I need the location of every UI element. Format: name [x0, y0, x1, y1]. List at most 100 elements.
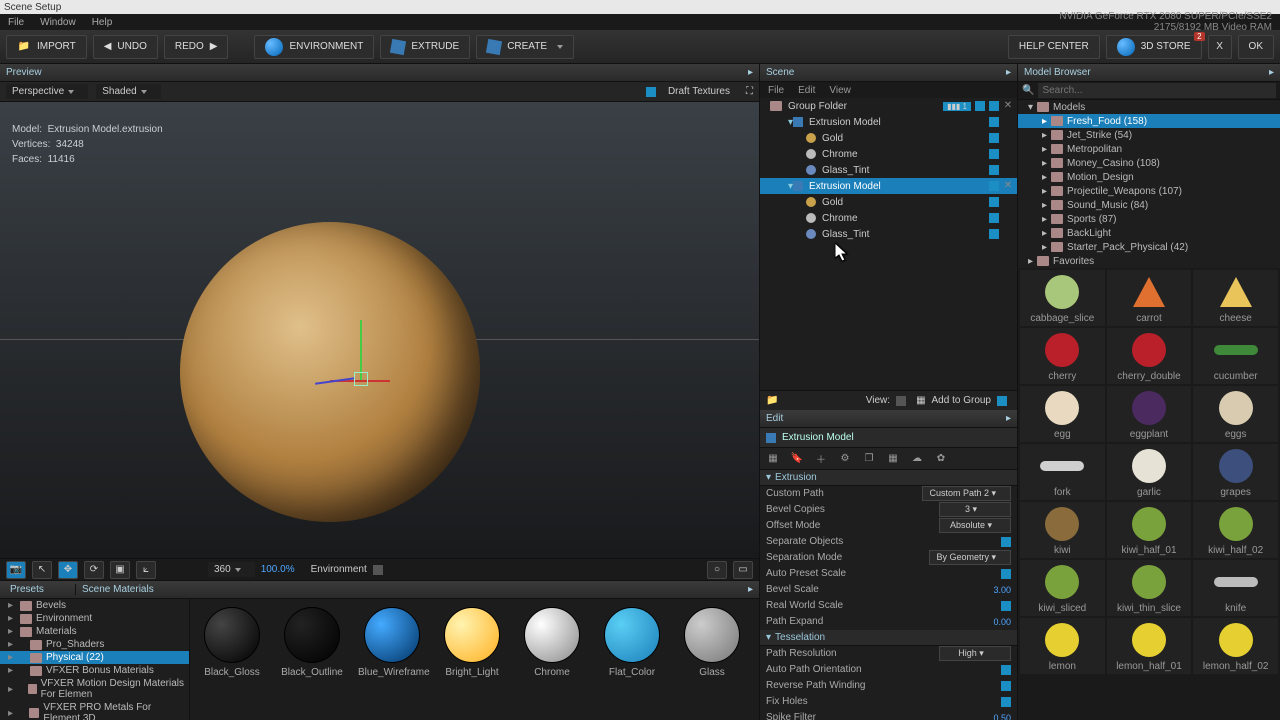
material-item[interactable]: Black_Gloss — [198, 607, 266, 678]
create-button[interactable]: CREATE — [476, 35, 574, 59]
model-thumbnail[interactable]: egg — [1020, 386, 1105, 442]
model-thumbnail[interactable]: cherry_double — [1107, 328, 1192, 384]
model-tree-item[interactable]: ▸ Projectile_Weapons (107) — [1018, 184, 1280, 198]
property-checkbox[interactable] — [1001, 601, 1011, 611]
model-tree-item[interactable]: ▸ Sound_Music (84) — [1018, 198, 1280, 212]
tag-icon[interactable]: 🔖 — [788, 449, 806, 467]
wireframe-toggle[interactable]: ○ — [707, 561, 727, 579]
shade-mode-select[interactable]: Shaded — [96, 84, 160, 99]
scene-tree-row[interactable]: Glass_Tint — [760, 162, 1017, 178]
model-thumbnail[interactable]: kiwi_half_01 — [1107, 502, 1192, 558]
property-number[interactable]: 0.50 — [975, 713, 1011, 720]
close-button[interactable]: X — [1208, 35, 1232, 59]
scene-tree[interactable]: Group Folder▮▮▮ 1✕▾ Extrusion ModelGoldC… — [760, 98, 1017, 390]
scene-tree-row[interactable]: ▾ Extrusion Model✕ — [760, 178, 1017, 194]
add-to-group-button[interactable]: Add to Group — [932, 395, 991, 406]
presets-tree-item[interactable]: ▸Environment — [0, 612, 189, 625]
model-thumbnail[interactable]: lemon — [1020, 618, 1105, 674]
add-icon[interactable]: ＋ — [812, 449, 830, 467]
view-mode-select[interactable]: Perspective — [6, 84, 88, 99]
presets-tree-item[interactable]: ▸Pro_Shaders — [0, 638, 189, 651]
move-tool-button[interactable]: ✥ — [58, 561, 78, 579]
property-checkbox[interactable] — [1001, 569, 1011, 579]
panel-collapse-icon[interactable]: ▸ — [748, 584, 753, 595]
scene-tree-row[interactable]: Gold — [760, 130, 1017, 146]
property-checkbox[interactable] — [1001, 681, 1011, 691]
presets-tree-item[interactable]: ▸VFXER Motion Design Materials For Eleme… — [0, 677, 189, 701]
fullscreen-icon[interactable]: ⛶ — [746, 86, 753, 97]
duplicate-icon[interactable]: ❐ — [860, 449, 878, 467]
model-thumbnail[interactable]: eggplant — [1107, 386, 1192, 442]
scene-menu-edit[interactable]: Edit — [798, 85, 815, 96]
materials-grid[interactable]: Black_GlossBlack_OutlineBlue_WireframeBr… — [190, 599, 759, 720]
scene-tree-row[interactable]: Group Folder▮▮▮ 1✕ — [760, 98, 1017, 114]
fov-input[interactable]: 360 — [208, 562, 255, 577]
grid-icon[interactable]: ▦ — [884, 449, 902, 467]
scene-tree-row[interactable]: ▾ Extrusion Model — [760, 114, 1017, 130]
property-group-header[interactable]: ▾Extrusion — [760, 470, 1017, 486]
scene-tree-row[interactable]: Chrome — [760, 146, 1017, 162]
cloud-icon[interactable]: ☁ — [908, 449, 926, 467]
property-number[interactable]: 3.00 — [975, 585, 1011, 595]
scene-tree-row[interactable]: Gold — [760, 194, 1017, 210]
ok-button[interactable]: OK — [1238, 35, 1274, 59]
model-tree-item[interactable]: ▸ Motion_Design — [1018, 170, 1280, 184]
folder-icon[interactable]: 📁 — [766, 395, 778, 406]
menu-file[interactable]: File — [8, 17, 24, 28]
model-tree[interactable]: ▾ Models▸ Fresh_Food (158)▸ Jet_Strike (… — [1018, 100, 1280, 268]
draft-textures-checkbox[interactable] — [646, 87, 656, 97]
presets-tree-item[interactable]: ▸VFXER PRO Metals For Element 3D — [0, 701, 189, 720]
scale-tool-button[interactable]: ▣ — [110, 561, 130, 579]
redo-button[interactable]: REDO ▶ — [164, 35, 229, 59]
property-checkbox[interactable] — [1001, 697, 1011, 707]
scene-menu-view[interactable]: View — [829, 85, 851, 96]
viewport[interactable]: Model: Extrusion Model.extrusion Vertice… — [0, 102, 759, 558]
help-center-button[interactable]: HELP CENTER — [1008, 35, 1100, 59]
view-grid-toggle[interactable]: ▦ — [916, 395, 925, 406]
scene-materials-tab[interactable]: Scene Materials — [76, 584, 154, 595]
model-thumbnail[interactable]: kiwi_thin_slice — [1107, 560, 1192, 616]
panel-collapse-icon[interactable]: ▸ — [1006, 67, 1011, 78]
property-select[interactable]: 3 ▾ — [939, 502, 1011, 517]
model-tree-item[interactable]: ▸ Starter_Pack_Physical (42) — [1018, 240, 1280, 254]
presets-tree-item[interactable]: ▸Bevels — [0, 599, 189, 612]
environment-checkbox[interactable] — [373, 565, 383, 575]
property-select[interactable]: Custom Path 2 ▾ — [922, 486, 1011, 501]
model-thumbnail[interactable]: fork — [1020, 444, 1105, 500]
y-axis[interactable] — [360, 320, 362, 380]
property-group-header[interactable]: ▾Tesselation — [760, 630, 1017, 646]
model-tree-item[interactable]: ▸ Jet_Strike (54) — [1018, 128, 1280, 142]
scene-tree-row[interactable]: Glass_Tint — [760, 226, 1017, 242]
property-select[interactable]: By Geometry ▾ — [929, 550, 1011, 565]
property-select[interactable]: High ▾ — [939, 646, 1011, 661]
model-thumbnail[interactable]: cheese — [1193, 270, 1278, 326]
property-checkbox[interactable] — [1001, 665, 1011, 675]
anchor-tool-button[interactable]: ⟀ — [136, 561, 156, 579]
scene-tree-row[interactable]: Chrome — [760, 210, 1017, 226]
presets-tab[interactable]: Presets — [6, 584, 76, 595]
model-thumbnail[interactable]: lemon_half_01 — [1107, 618, 1192, 674]
material-item[interactable]: Glass — [678, 607, 746, 678]
menu-window[interactable]: Window — [40, 17, 76, 28]
panel-collapse-icon[interactable]: ▸ — [1269, 67, 1274, 78]
presets-tree[interactable]: ▸Bevels▸Environment▸Materials▸Pro_Shader… — [0, 599, 190, 720]
model-thumbnail[interactable]: kiwi — [1020, 502, 1105, 558]
model-thumbnail[interactable]: cabbage_slice — [1020, 270, 1105, 326]
camera-tool-button[interactable]: 📷 — [6, 561, 26, 579]
add-group-checkbox[interactable] — [997, 396, 1007, 406]
model-thumbnail[interactable]: cucumber — [1193, 328, 1278, 384]
undo-button[interactable]: ◀ UNDO — [93, 35, 158, 59]
model-thumbnail[interactable]: knife — [1193, 560, 1278, 616]
material-item[interactable]: Bright_Light — [438, 607, 506, 678]
material-item[interactable]: Blue_Wireframe — [358, 607, 426, 678]
model-tree-item[interactable]: ▸ BackLight — [1018, 226, 1280, 240]
settings-icon[interactable]: ✿ — [932, 449, 950, 467]
select-tool-button[interactable]: ↖ — [32, 561, 52, 579]
model-tree-item[interactable]: ▸ Fresh_Food (158) — [1018, 114, 1280, 128]
gizmo-center[interactable] — [354, 372, 368, 386]
model-thumbnail[interactable]: lemon_half_02 — [1193, 618, 1278, 674]
extrude-button[interactable]: EXTRUDE — [380, 35, 470, 59]
property-number[interactable]: 0.00 — [975, 617, 1011, 627]
viewport-model[interactable] — [180, 222, 480, 522]
panel-collapse-icon[interactable]: ▸ — [748, 67, 753, 78]
